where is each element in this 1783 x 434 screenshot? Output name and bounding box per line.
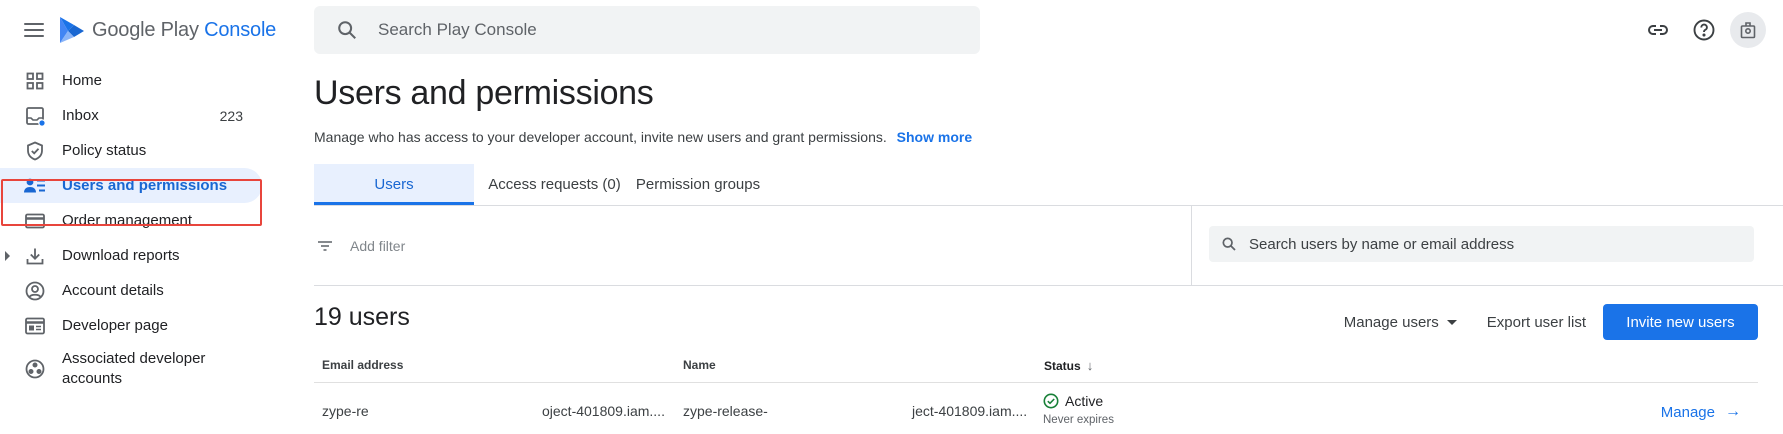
home-grid-icon xyxy=(24,70,46,92)
manage-users-label: Manage users xyxy=(1343,313,1439,331)
export-user-list-button[interactable]: Export user list xyxy=(1487,314,1586,331)
inbox-count-badge: 223 xyxy=(219,107,243,124)
sidebar-item-download-reports[interactable]: Download reports xyxy=(0,238,262,273)
sidebar-item-label: Download reports xyxy=(62,246,180,264)
sidebar-item-policy-status[interactable]: Policy status xyxy=(0,133,262,168)
search-icon xyxy=(1222,237,1236,251)
arrow-right-icon: → xyxy=(1725,403,1741,420)
column-header-status[interactable]: Status ↓ xyxy=(1044,358,1093,373)
sidebar-item-users-and-permissions[interactable]: Users and permissions xyxy=(0,168,262,203)
tab-permission-groups[interactable]: Permission groups xyxy=(635,164,761,205)
web-page-icon xyxy=(24,315,46,337)
name-cell-end: ject-401809.iam.... xyxy=(912,403,1028,419)
topbar-actions xyxy=(1632,10,1783,50)
dropdown-arrow-icon xyxy=(1446,319,1457,325)
page-description-text: Manage who has access to your developer … xyxy=(314,129,887,145)
column-header-status-label: Status xyxy=(1044,358,1081,373)
sidebar-item-label: Policy status xyxy=(62,141,147,159)
sidebar-item-account-details[interactable]: Account details xyxy=(0,273,262,308)
table-row[interactable]: zype-re oject-401809.iam.... zype-releas… xyxy=(314,384,1758,434)
account-circle-icon xyxy=(24,280,46,302)
sidebar-item-label: Associated developer accounts xyxy=(62,350,206,387)
status-expiry: Never expires xyxy=(1043,414,1114,426)
sidebar: Google Play Console Home Inbox 223 Polic… xyxy=(0,0,276,434)
invite-new-users-button[interactable]: Invite new users xyxy=(1603,304,1758,340)
sidebar-item-label: Account details xyxy=(62,281,164,299)
sidebar-item-label: Home xyxy=(62,71,103,89)
manage-label: Manage xyxy=(1660,403,1715,421)
global-search-bar[interactable]: Search Play Console xyxy=(314,6,980,54)
show-more-link[interactable]: Show more xyxy=(897,129,972,145)
user-actions: Manage users Export user list Invite new… xyxy=(1344,304,1758,340)
filter-icon[interactable] xyxy=(316,237,334,255)
sidebar-nav: Home Inbox 223 Policy status Users and p… xyxy=(0,63,262,395)
column-header-name[interactable]: Name xyxy=(683,358,716,372)
sidebar-item-label: Inbox xyxy=(62,106,99,124)
filter-area: Add filter xyxy=(314,206,1192,285)
tab-access-requests[interactable]: Access requests (0) xyxy=(474,164,635,205)
expand-caret-icon[interactable] xyxy=(5,250,10,261)
account-avatar-icon[interactable] xyxy=(1730,12,1766,48)
shield-check-icon xyxy=(24,140,46,162)
play-console-logo-icon xyxy=(60,17,84,43)
manage-users-dropdown[interactable]: Manage users xyxy=(1344,314,1457,331)
sidebar-item-home[interactable]: Home xyxy=(0,63,262,98)
credit-card-icon xyxy=(24,210,46,232)
page-description: Manage who has access to your developer … xyxy=(314,129,972,145)
help-icon[interactable] xyxy=(1684,10,1724,50)
email-cell-start: zype-re xyxy=(322,403,369,419)
users-list-icon xyxy=(24,175,46,197)
inbox-icon xyxy=(24,105,46,127)
email-cell-end: oject-401809.iam.... xyxy=(542,403,665,419)
add-filter-button[interactable]: Add filter xyxy=(350,238,405,254)
brand-name: Google Play Console xyxy=(92,18,277,41)
link-icon[interactable] xyxy=(1638,10,1678,50)
column-header-email[interactable]: Email address xyxy=(322,358,403,372)
brand-logo[interactable]: Google Play Console xyxy=(58,14,276,46)
sidebar-item-label: Order management xyxy=(62,211,193,229)
users-table-header: Email address Name Status ↓ xyxy=(314,353,1758,383)
manage-user-link[interactable]: Manage → xyxy=(1661,403,1741,421)
user-search-placeholder: Search users by name or email address xyxy=(1249,235,1515,253)
sort-descending-icon: ↓ xyxy=(1086,358,1094,373)
tab-users[interactable]: Users xyxy=(314,164,474,205)
user-count: 19 users xyxy=(314,303,410,331)
sidebar-item-inbox[interactable]: Inbox 223 xyxy=(0,98,262,133)
sidebar-item-order-management[interactable]: Order management xyxy=(0,203,262,238)
page-title: Users and permissions xyxy=(314,74,654,112)
menu-icon[interactable] xyxy=(22,20,46,40)
tab-bar: Users Access requests (0) Permission gro… xyxy=(314,164,761,205)
sidebar-item-associated-developer-accounts[interactable]: Associated developer accounts xyxy=(0,343,262,395)
linked-accounts-icon xyxy=(24,358,46,380)
sidebar-item-label: Users and permissions xyxy=(62,176,228,194)
filter-toolbar: Add filter Search users by name or email… xyxy=(314,206,1783,286)
user-search-input[interactable]: Search users by name or email address xyxy=(1209,226,1754,262)
status-cell: Active Never expires xyxy=(1043,393,1114,426)
check-circle-icon xyxy=(1043,393,1059,409)
search-icon xyxy=(338,21,356,39)
sidebar-item-label: Developer page xyxy=(62,316,168,334)
name-cell-start: zype-release- xyxy=(683,403,768,419)
sidebar-item-developer-page[interactable]: Developer page xyxy=(0,308,262,343)
status-label: Active xyxy=(1065,393,1104,409)
global-search-placeholder: Search Play Console xyxy=(378,20,537,39)
download-icon xyxy=(24,245,46,267)
